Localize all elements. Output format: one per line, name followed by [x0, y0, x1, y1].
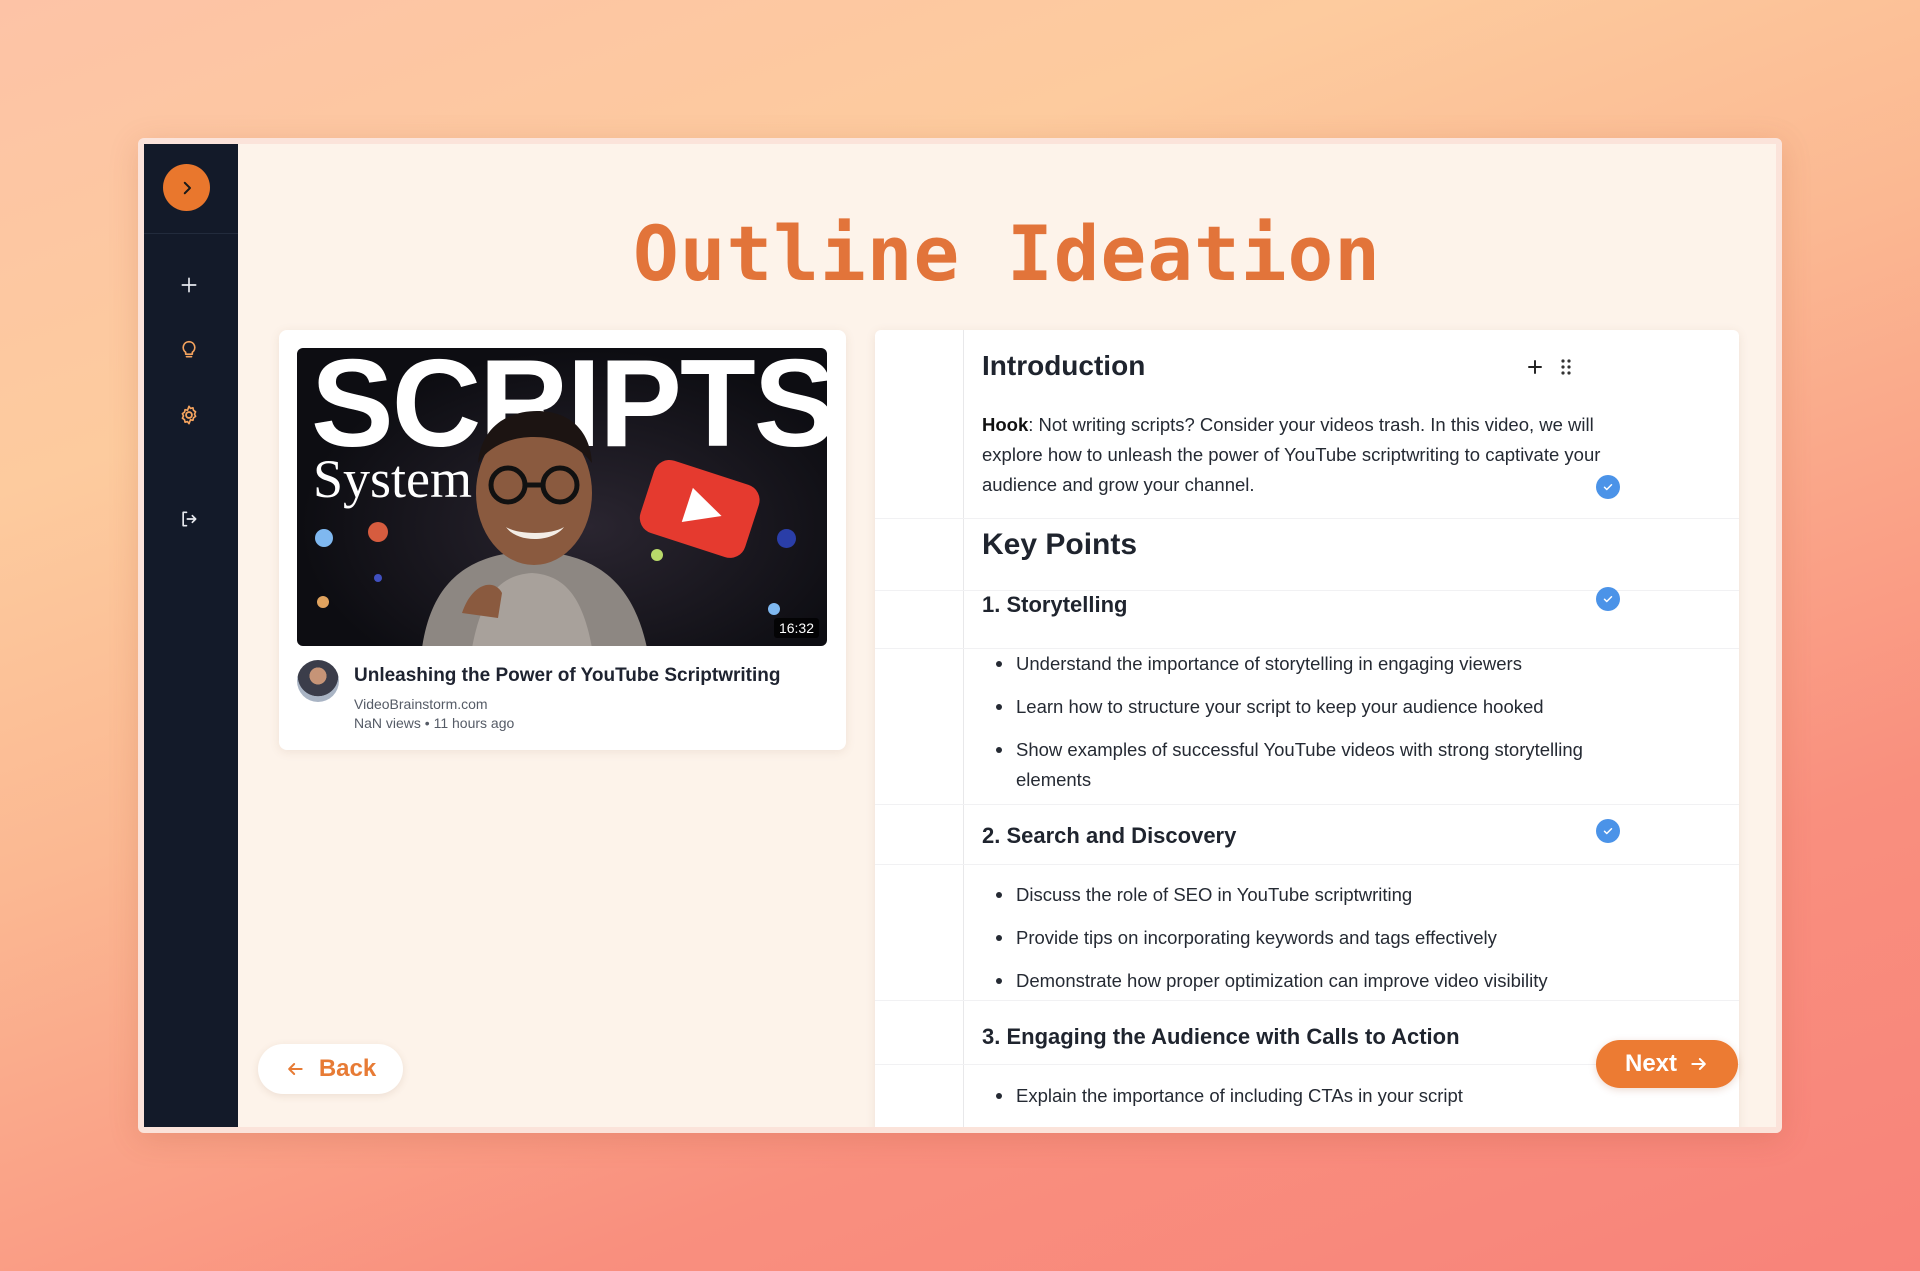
section-check-icon[interactable]	[1596, 819, 1620, 843]
back-button-label: Back	[318, 1055, 377, 1082]
drag-handle-icon[interactable]	[1558, 358, 1574, 376]
video-title[interactable]: Unleashing the Power of YouTube Scriptwr…	[354, 665, 780, 687]
intro-check-icon[interactable]	[1596, 475, 1620, 499]
row-divider	[875, 1000, 1739, 1001]
decorative-dot	[368, 522, 388, 542]
next-button[interactable]: Next	[1596, 1040, 1738, 1088]
outline-editor[interactable]: Introduction Hook: Not writing scripts? …	[875, 330, 1739, 1127]
decorative-dot	[374, 574, 382, 582]
logout-icon	[182, 511, 197, 527]
gear-icon	[181, 405, 197, 425]
arrow-left-icon	[287, 1063, 303, 1075]
sidebar-toggle-button[interactable]	[163, 164, 210, 211]
row-divider	[875, 804, 1739, 805]
thumbnail-person-image	[422, 411, 647, 646]
decorative-dot	[651, 549, 663, 561]
editor-gutter	[963, 330, 964, 1127]
next-button-label: Next	[1624, 1050, 1678, 1077]
list-item[interactable]: Show examples of successful YouTube vide…	[996, 735, 1596, 795]
section-heading[interactable]: 3. Engaging the Audience with Calls to A…	[982, 1024, 1460, 1050]
arrow-right-icon	[1691, 1058, 1706, 1070]
key-points-heading[interactable]: Key Points	[982, 528, 1137, 562]
decorative-dot	[317, 596, 329, 608]
block-tools	[1526, 358, 1574, 376]
hook-label: Hook	[982, 414, 1029, 435]
plus-icon	[181, 277, 197, 293]
decorative-dot	[315, 529, 333, 547]
hook-text: : Not writing scripts? Consider your vid…	[982, 414, 1601, 495]
sidebar-item-settings[interactable]	[176, 402, 202, 428]
video-thumbnail[interactable]: SCRIPTS System 16:32	[297, 348, 827, 646]
list-item[interactable]: Explain the importance of including CTAs…	[996, 1081, 1596, 1111]
section-check-icon[interactable]	[1596, 587, 1620, 611]
sidebar-item-new[interactable]	[176, 272, 202, 298]
add-block-icon[interactable]	[1526, 358, 1544, 376]
hook-paragraph[interactable]: Hook: Not writing scripts? Consider your…	[982, 410, 1622, 500]
sidebar	[144, 144, 238, 1127]
list-item[interactable]: Learn how to structure your script to ke…	[996, 692, 1596, 722]
sidebar-item-logout[interactable]	[176, 506, 202, 532]
row-divider	[875, 864, 1739, 865]
video-duration: 16:32	[773, 618, 819, 638]
sidebar-divider	[144, 233, 238, 234]
channel-avatar[interactable]	[297, 660, 339, 702]
decorative-dot	[768, 603, 780, 615]
page-title: Outline Ideation	[632, 209, 1382, 298]
app-window: Outline Ideation SCRIPTS System 16:32 Un…	[138, 138, 1782, 1133]
youtube-logo-icon	[639, 459, 760, 558]
video-stats: NaN views • 11 hours ago	[354, 715, 515, 731]
sidebar-item-ideas[interactable]	[176, 337, 202, 363]
lightbulb-icon	[182, 340, 196, 358]
list-item[interactable]: Demonstrate how proper optimization can …	[996, 966, 1596, 996]
back-button[interactable]: Back	[258, 1044, 403, 1094]
chevron-right-icon	[183, 181, 191, 194]
intro-heading[interactable]: Introduction	[982, 350, 1145, 382]
list-item[interactable]: Understand the importance of storytellin…	[996, 649, 1596, 679]
list-item[interactable]: Discuss the role of SEO in YouTube scrip…	[996, 880, 1596, 910]
video-card[interactable]: SCRIPTS System 16:32 Unleashing the Powe…	[279, 330, 846, 750]
list-item[interactable]: Provide tips on incorporating keywords a…	[996, 923, 1596, 953]
section-heading[interactable]: 2. Search and Discovery	[982, 823, 1236, 849]
section-heading[interactable]: 1. Storytelling	[982, 592, 1127, 618]
row-divider	[875, 518, 1739, 519]
decorative-dot	[777, 529, 796, 548]
video-channel[interactable]: VideoBrainstorm.com	[354, 696, 488, 712]
